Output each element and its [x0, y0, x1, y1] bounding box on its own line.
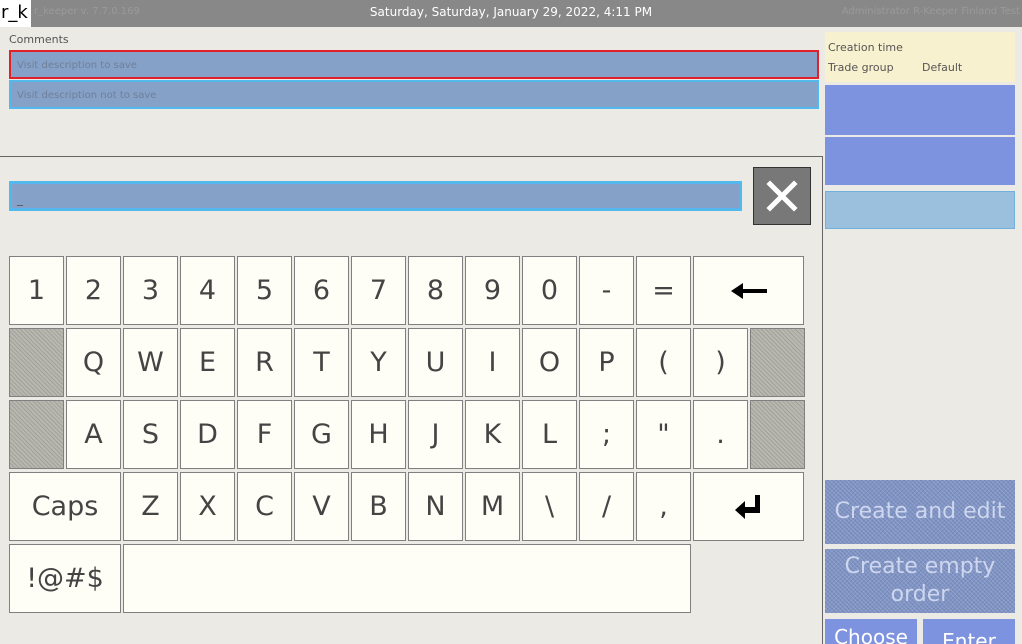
title-bar: r_k r_keeper v. 7.7.0.169 Saturday, Satu… — [0, 0, 1022, 27]
key-row3-0[interactable]: Z — [123, 472, 178, 541]
key-10[interactable]: - — [579, 256, 634, 325]
key-row3-3[interactable]: V — [294, 472, 349, 541]
caps-key[interactable]: Caps — [9, 472, 121, 541]
visit-description-save-field[interactable]: Visit description to save — [9, 50, 819, 79]
close-icon — [766, 180, 798, 212]
key-row1-11[interactable]: ) — [693, 328, 748, 397]
key-row2-2[interactable]: D — [180, 400, 235, 469]
symbols-key[interactable]: !@#$ — [9, 544, 121, 613]
key-row1-1[interactable]: W — [123, 328, 178, 397]
key-row1-10[interactable]: ( — [636, 328, 691, 397]
key-row2-3[interactable]: F — [237, 400, 292, 469]
key-row1-2[interactable]: E — [180, 328, 235, 397]
key-row1-6[interactable]: U — [408, 328, 463, 397]
key-row2-4[interactable]: G — [294, 400, 349, 469]
key-8[interactable]: 9 — [465, 256, 520, 325]
return-icon — [734, 494, 760, 519]
key-row2-8[interactable]: L — [522, 400, 577, 469]
key-4[interactable]: 5 — [237, 256, 292, 325]
choose-button[interactable]: Choose — [825, 619, 917, 644]
key-row3-5[interactable]: N — [408, 472, 463, 541]
visit-description-nosave-field[interactable]: Visit description not to save — [9, 80, 819, 109]
key-row3-6[interactable]: M — [465, 472, 520, 541]
disabled-key-left — [9, 328, 64, 397]
key-3[interactable]: 4 — [180, 256, 235, 325]
key-row3-8[interactable]: / — [579, 472, 634, 541]
option-button-1[interactable] — [825, 85, 1015, 135]
create-and-edit-button[interactable]: Create and edit — [825, 480, 1015, 544]
keyboard-input-value: _ — [17, 192, 23, 206]
disabled-key-right — [750, 400, 805, 469]
option-button-3[interactable] — [825, 191, 1015, 229]
option-button-2[interactable] — [825, 137, 1015, 185]
key-row1-9[interactable]: P — [579, 328, 634, 397]
user-label: Administrator R-Keeper Finland Test — [841, 6, 1020, 17]
close-keyboard-button[interactable] — [753, 167, 811, 225]
key-row3-9[interactable]: , — [636, 472, 691, 541]
disabled-key-left — [9, 400, 64, 469]
key-row1-7[interactable]: I — [465, 328, 520, 397]
creation-time-label: Creation time — [828, 41, 903, 54]
key-row3-4[interactable]: B — [351, 472, 406, 541]
key-row3-7[interactable]: \ — [522, 472, 577, 541]
key-row1-3[interactable]: R — [237, 328, 292, 397]
trade-group-label: Trade group — [828, 61, 894, 74]
key-row2-6[interactable]: J — [408, 400, 463, 469]
key-6[interactable]: 7 — [351, 256, 406, 325]
key-5[interactable]: 6 — [294, 256, 349, 325]
backspace-arrow-icon — [730, 282, 767, 299]
key-row2-10[interactable]: " — [636, 400, 691, 469]
backspace-key[interactable] — [693, 256, 804, 325]
keyboard-input-field[interactable]: _ — [9, 181, 742, 211]
key-row1-0[interactable]: Q — [66, 328, 121, 397]
order-info-panel: Creation time Trade group Default — [825, 32, 1015, 82]
enter-button[interactable]: Enter — [923, 619, 1015, 644]
create-empty-order-button[interactable]: Create empty order — [825, 549, 1015, 613]
key-1[interactable]: 2 — [66, 256, 121, 325]
key-0[interactable]: 1 — [9, 256, 64, 325]
key-row3-2[interactable]: C — [237, 472, 292, 541]
key-row1-4[interactable]: T — [294, 328, 349, 397]
key-7[interactable]: 8 — [408, 256, 463, 325]
key-9[interactable]: 0 — [522, 256, 577, 325]
key-row2-7[interactable]: K — [465, 400, 520, 469]
key-row2-1[interactable]: S — [123, 400, 178, 469]
key-row2-9[interactable]: ; — [579, 400, 634, 469]
key-row1-5[interactable]: Y — [351, 328, 406, 397]
space-key[interactable] — [123, 544, 691, 613]
key-row2-11[interactable]: . — [693, 400, 748, 469]
comments-label: Comments — [9, 33, 69, 46]
key-row1-8[interactable]: O — [522, 328, 577, 397]
key-row3-1[interactable]: X — [180, 472, 235, 541]
trade-group-value: Default — [922, 61, 963, 74]
key-row2-5[interactable]: H — [351, 400, 406, 469]
key-2[interactable]: 3 — [123, 256, 178, 325]
key-11[interactable]: = — [636, 256, 691, 325]
enter-key[interactable] — [693, 472, 804, 541]
key-row2-0[interactable]: A — [66, 400, 121, 469]
disabled-key-right — [750, 328, 805, 397]
